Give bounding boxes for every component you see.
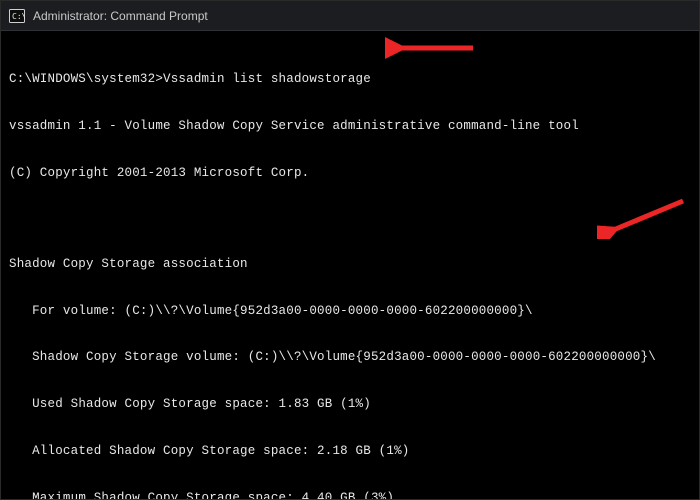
- command-prompt-window: C:\ Administrator: Command Prompt C:\WIN…: [0, 0, 700, 500]
- output-association-header: Shadow Copy Storage association: [9, 257, 691, 273]
- command-line-1: C:\WINDOWS\system32>Vssadmin list shadow…: [9, 72, 691, 88]
- titlebar[interactable]: C:\ Administrator: Command Prompt: [1, 1, 699, 31]
- prompt-1: C:\WINDOWS\system32>: [9, 72, 163, 86]
- output-for-volume: For volume: (C:)\\?\Volume{952d3a00-0000…: [9, 304, 691, 320]
- command-1: Vssadmin list shadowstorage: [163, 72, 371, 86]
- svg-text:C:\: C:\: [12, 12, 25, 21]
- output-copyright-1: (C) Copyright 2001-2013 Microsoft Corp.: [9, 166, 691, 182]
- window-title: Administrator: Command Prompt: [33, 9, 208, 23]
- terminal-output[interactable]: C:\WINDOWS\system32>Vssadmin list shadow…: [1, 31, 699, 499]
- output-allocated-space: Allocated Shadow Copy Storage space: 2.1…: [9, 444, 691, 460]
- command-prompt-icon: C:\: [9, 8, 25, 24]
- output-maximum-space: Maximum Shadow Copy Storage space: 4.40 …: [9, 491, 691, 499]
- output-tool-line-1: vssadmin 1.1 - Volume Shadow Copy Servic…: [9, 119, 691, 135]
- output-used-space: Used Shadow Copy Storage space: 1.83 GB …: [9, 397, 691, 413]
- output-sc-volume: Shadow Copy Storage volume: (C:)\\?\Volu…: [9, 350, 691, 366]
- blank-line: [9, 213, 691, 226]
